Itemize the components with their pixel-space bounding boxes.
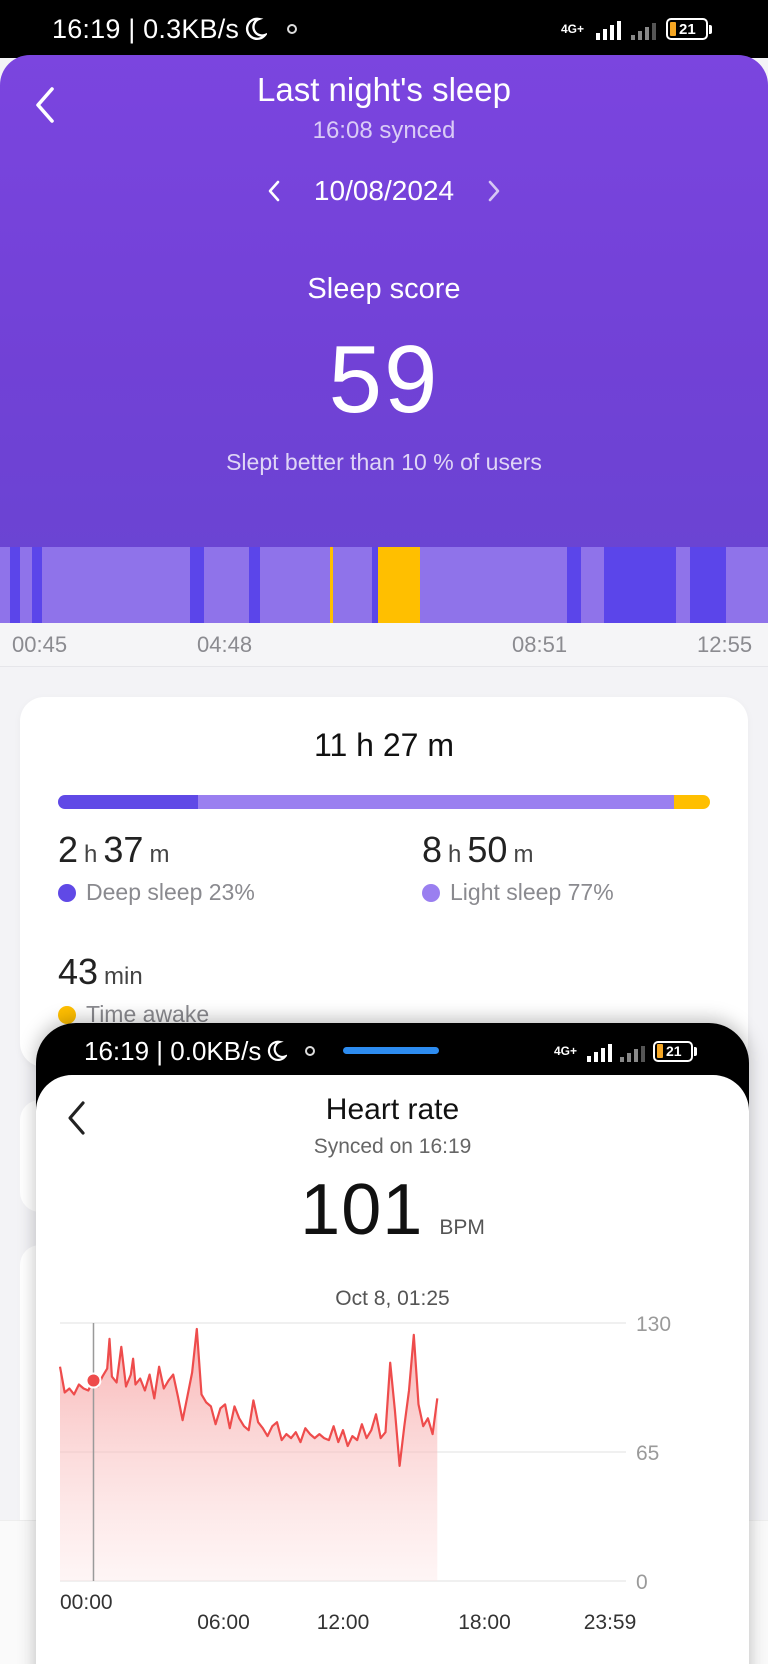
light-minutes: 50 (467, 829, 508, 870)
x-tick-label: 12:00 (317, 1611, 370, 1634)
drag-handle[interactable] (343, 1047, 439, 1054)
deep-hours: 2 (58, 829, 79, 870)
heart-rate-overlay[interactable]: 16:19 | 0.0KB/s 4G+ 21 Heart rate Synced… (36, 1023, 749, 1664)
hour-unit: h (448, 841, 462, 868)
deep-sleep-value: 2 h 37 m (58, 829, 255, 871)
sleep-header: Last night's sleep 16:08 synced 10/08/20… (0, 55, 768, 575)
notification-dot-icon (305, 1046, 316, 1056)
page-title: Last night's sleep (257, 71, 511, 108)
notification-dot-icon (287, 24, 298, 34)
overlay-status-time: 16:19 | 0.0KB/s (84, 1035, 316, 1067)
heart-rate-unit: BPM (439, 1216, 485, 1239)
light-sleep-legend: Light sleep 77% (422, 879, 614, 906)
overlay-status-icons: 4G+ 21 (554, 1040, 697, 1062)
heart-rate-area (60, 1329, 438, 1581)
status-bar: 16:19 | 0.3KB/s 4G+ 21 (0, 0, 768, 58)
heart-rate-chart-svg: 130 65 0 00:00 06:00 12:00 18:00 23:59 (58, 1313, 671, 1634)
battery-icon: 21 (666, 18, 712, 40)
heart-rate-screen: Heart rate Synced on 16:19 101 BPM Oct 8,… (36, 1075, 749, 1664)
previous-day-icon[interactable] (266, 179, 282, 203)
timeline-tick: 00:45 (12, 632, 68, 657)
light-sleep-label: Light sleep 77% (450, 879, 614, 905)
moon-icon (268, 1040, 288, 1061)
light-sleep-value: 8 h 50 m (422, 829, 614, 871)
deep-sleep-label: Deep sleep 23% (86, 879, 255, 905)
awake-segment (378, 547, 420, 623)
deep-sleep-legend: Deep sleep 23% (58, 879, 255, 906)
x-tick-label: 00:00 (60, 1591, 113, 1614)
y-tick-label: 130 (636, 1313, 671, 1336)
awake-value: 43 min (58, 951, 209, 993)
y-tick-label: 65 (636, 1442, 659, 1465)
awake-dot-icon (58, 1005, 76, 1024)
deep-sleep-stat: 2 h 37 m Deep sleep 23% (58, 829, 255, 906)
y-tick-label: 0 (636, 1571, 648, 1594)
timeline-tick: 08:51 (512, 632, 568, 657)
deep-segment (249, 547, 260, 623)
x-tick-label: 23:59 (584, 1611, 637, 1634)
selected-point (85, 1372, 102, 1389)
sync-status: 16:08 synced (312, 117, 456, 144)
current-date: 10/08/2024 (313, 175, 455, 206)
minute-unit: m (149, 841, 170, 868)
minute-unit: m (513, 841, 534, 868)
timeline-tick: 04:48 (197, 632, 253, 657)
heart-rate-readout: 101 BPM (36, 1169, 749, 1251)
heart-rate-value: 101 (300, 1170, 424, 1250)
deep-segment (32, 547, 42, 623)
total-sleep: 11 h 27 m (314, 727, 454, 763)
awake-bar-segment (674, 795, 710, 809)
page-title: Heart rate (325, 1093, 460, 1126)
signal-icon (596, 18, 621, 40)
overlay-status-bar: 16:19 | 0.0KB/s 4G+ 21 (36, 1023, 749, 1079)
deep-segment (190, 547, 204, 623)
battery-level: 21 (666, 1043, 682, 1059)
awake-segment (330, 547, 333, 623)
deep-segment (604, 547, 676, 623)
awake-stat: 43 min Time awake (58, 951, 209, 1028)
deep-segment (690, 547, 726, 623)
battery-icon: 21 (653, 1040, 697, 1062)
date-navigator: 10/08/2024 (0, 175, 768, 207)
light-bar-segment (198, 795, 675, 809)
score-percentile: Slept better than 10 % of users (226, 449, 542, 475)
next-day-icon[interactable] (486, 179, 502, 203)
moon-icon (246, 17, 268, 40)
deep-segment (567, 547, 581, 623)
score-label: Sleep score (307, 273, 461, 305)
heart-rate-chart[interactable]: 130 65 0 00:00 06:00 12:00 18:00 23:59 (36, 1303, 749, 1664)
awake-unit: min (104, 963, 143, 990)
signal-weak-icon (620, 1040, 645, 1062)
deep-dot-icon (58, 883, 76, 902)
network-type: 4G+ (560, 22, 584, 36)
x-tick-label: 18:00 (458, 1611, 511, 1634)
sync-status: Synced on 16:19 (313, 1135, 472, 1158)
battery-level: 21 (679, 20, 696, 38)
awake-minutes: 43 (58, 951, 99, 992)
light-dot-icon (422, 883, 440, 902)
sleep-score: 59 (328, 326, 440, 433)
sleep-summary-card[interactable]: 11 h 27 m 2 h 37 m Deep sleep 23% 8 h 50 m Lig… (20, 697, 748, 1067)
overlay-status-time-text: 16:19 | 0.0KB/s (84, 1035, 262, 1066)
deep-bar-segment (58, 795, 199, 809)
light-hours: 8 (422, 829, 443, 870)
timeline-tick: 12:55 (697, 632, 753, 657)
status-time-text: 16:19 | 0.3KB/s (52, 13, 240, 44)
deep-minutes: 37 (103, 829, 144, 870)
timeline-axis: 00:45 04:48 08:51 12:55 (0, 623, 768, 667)
hour-unit: h (84, 841, 98, 868)
sleep-composition-bar (58, 795, 710, 809)
signal-icon (587, 1040, 612, 1062)
status-icons: 4G+ 21 (561, 18, 712, 40)
network-type: 4G+ (553, 1044, 577, 1058)
status-time: 16:19 | 0.3KB/s (52, 13, 298, 45)
sleep-stage-timeline[interactable] (0, 547, 768, 623)
signal-weak-icon (631, 18, 656, 40)
deep-segment (10, 547, 20, 623)
x-tick-label: 06:00 (197, 1611, 250, 1634)
light-sleep-stat: 8 h 50 m Light sleep 77% (422, 829, 614, 906)
